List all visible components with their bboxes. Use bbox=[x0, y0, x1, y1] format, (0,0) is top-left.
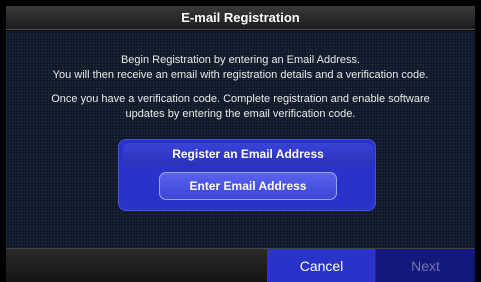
content-area: Begin Registration by entering an Email … bbox=[6, 31, 475, 248]
register-panel-title: Register an Email Address bbox=[172, 147, 324, 161]
enter-email-button[interactable]: Enter Email Address bbox=[159, 172, 337, 200]
instructions-block-2: Once you have a verification code. Compl… bbox=[6, 92, 475, 122]
instructions-block-1: Begin Registration by entering an Email … bbox=[6, 53, 475, 83]
next-button[interactable]: Next bbox=[375, 249, 475, 282]
instruction-line: Once you have a verification code. Compl… bbox=[51, 93, 430, 105]
register-email-panel: Register an Email Address Enter Email Ad… bbox=[118, 139, 376, 211]
instruction-line: Begin Registration by entering an Email … bbox=[120, 54, 361, 66]
cancel-button[interactable]: Cancel bbox=[267, 249, 375, 282]
footer-bar: Cancel Next bbox=[6, 248, 475, 282]
dialog-title: E-mail Registration bbox=[181, 10, 300, 25]
instruction-line: You will then receive an email with regi… bbox=[52, 69, 429, 81]
instruction-line: updates by entering the email verificati… bbox=[125, 108, 356, 120]
title-bar: E-mail Registration bbox=[6, 6, 475, 30]
enter-email-button-label: Enter Email Address bbox=[189, 179, 307, 193]
cancel-button-label: Cancel bbox=[299, 258, 344, 274]
registration-screen: E-mail Registration Begin Registration b… bbox=[0, 0, 481, 282]
register-panel-header: Register an Email Address bbox=[123, 143, 373, 165]
next-button-label: Next bbox=[411, 258, 440, 274]
